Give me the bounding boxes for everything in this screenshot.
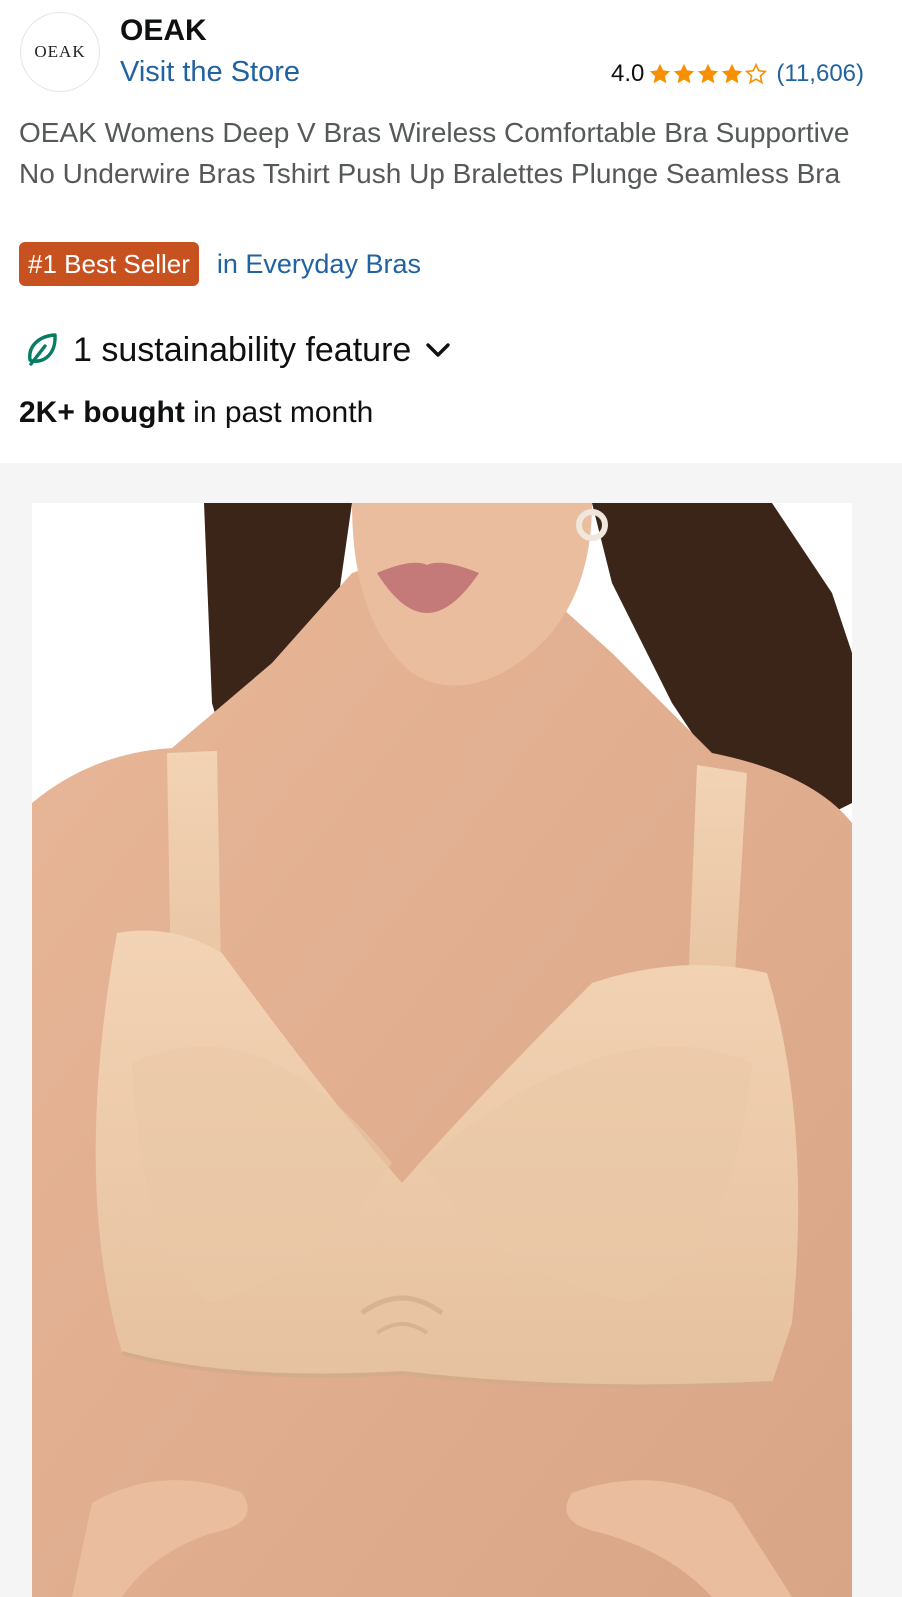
product-image[interactable] [32, 503, 852, 1597]
star-full-icon [722, 63, 743, 84]
purchase-count: 2K+ bought in past month [19, 396, 373, 430]
chevron-down-icon [426, 343, 451, 357]
star-full-icon [698, 63, 719, 84]
brand-name: OEAK [120, 14, 207, 47]
product-image-gallery[interactable] [0, 463, 902, 1597]
purchase-count-rest: in past month [184, 396, 374, 429]
star-full-icon [674, 63, 695, 84]
leaf-icon [28, 333, 57, 366]
best-seller-row: #1 Best Seller in Everyday Bras [19, 242, 421, 286]
visit-store-link[interactable]: Visit the Store [120, 56, 300, 89]
brand-logo[interactable]: OEAK [20, 12, 100, 92]
sustainability-label: 1 sustainability feature [73, 330, 412, 369]
star-full-icon [650, 63, 671, 84]
rating-value: 4.0 [611, 60, 645, 87]
best-seller-badge[interactable]: #1 Best Seller [19, 242, 199, 286]
purchase-count-bold: 2K+ bought [19, 396, 185, 429]
star-rating[interactable] [648, 62, 768, 86]
product-title: OEAK Womens Deep V Bras Wireless Comfort… [19, 117, 850, 189]
sustainability-toggle[interactable]: 1 sustainability feature [25, 330, 451, 370]
store-header: OEAK OEAK Visit the Store 4.0 (11,606) [0, 0, 902, 100]
brand-logo-text: OEAK [34, 42, 86, 61]
category-link[interactable]: in Everyday Bras [217, 249, 421, 280]
star-empty-icon [745, 62, 768, 85]
review-count-link[interactable]: (11,606) [776, 60, 864, 88]
rating-summary[interactable]: 4.0 (11,606) [611, 60, 864, 88]
